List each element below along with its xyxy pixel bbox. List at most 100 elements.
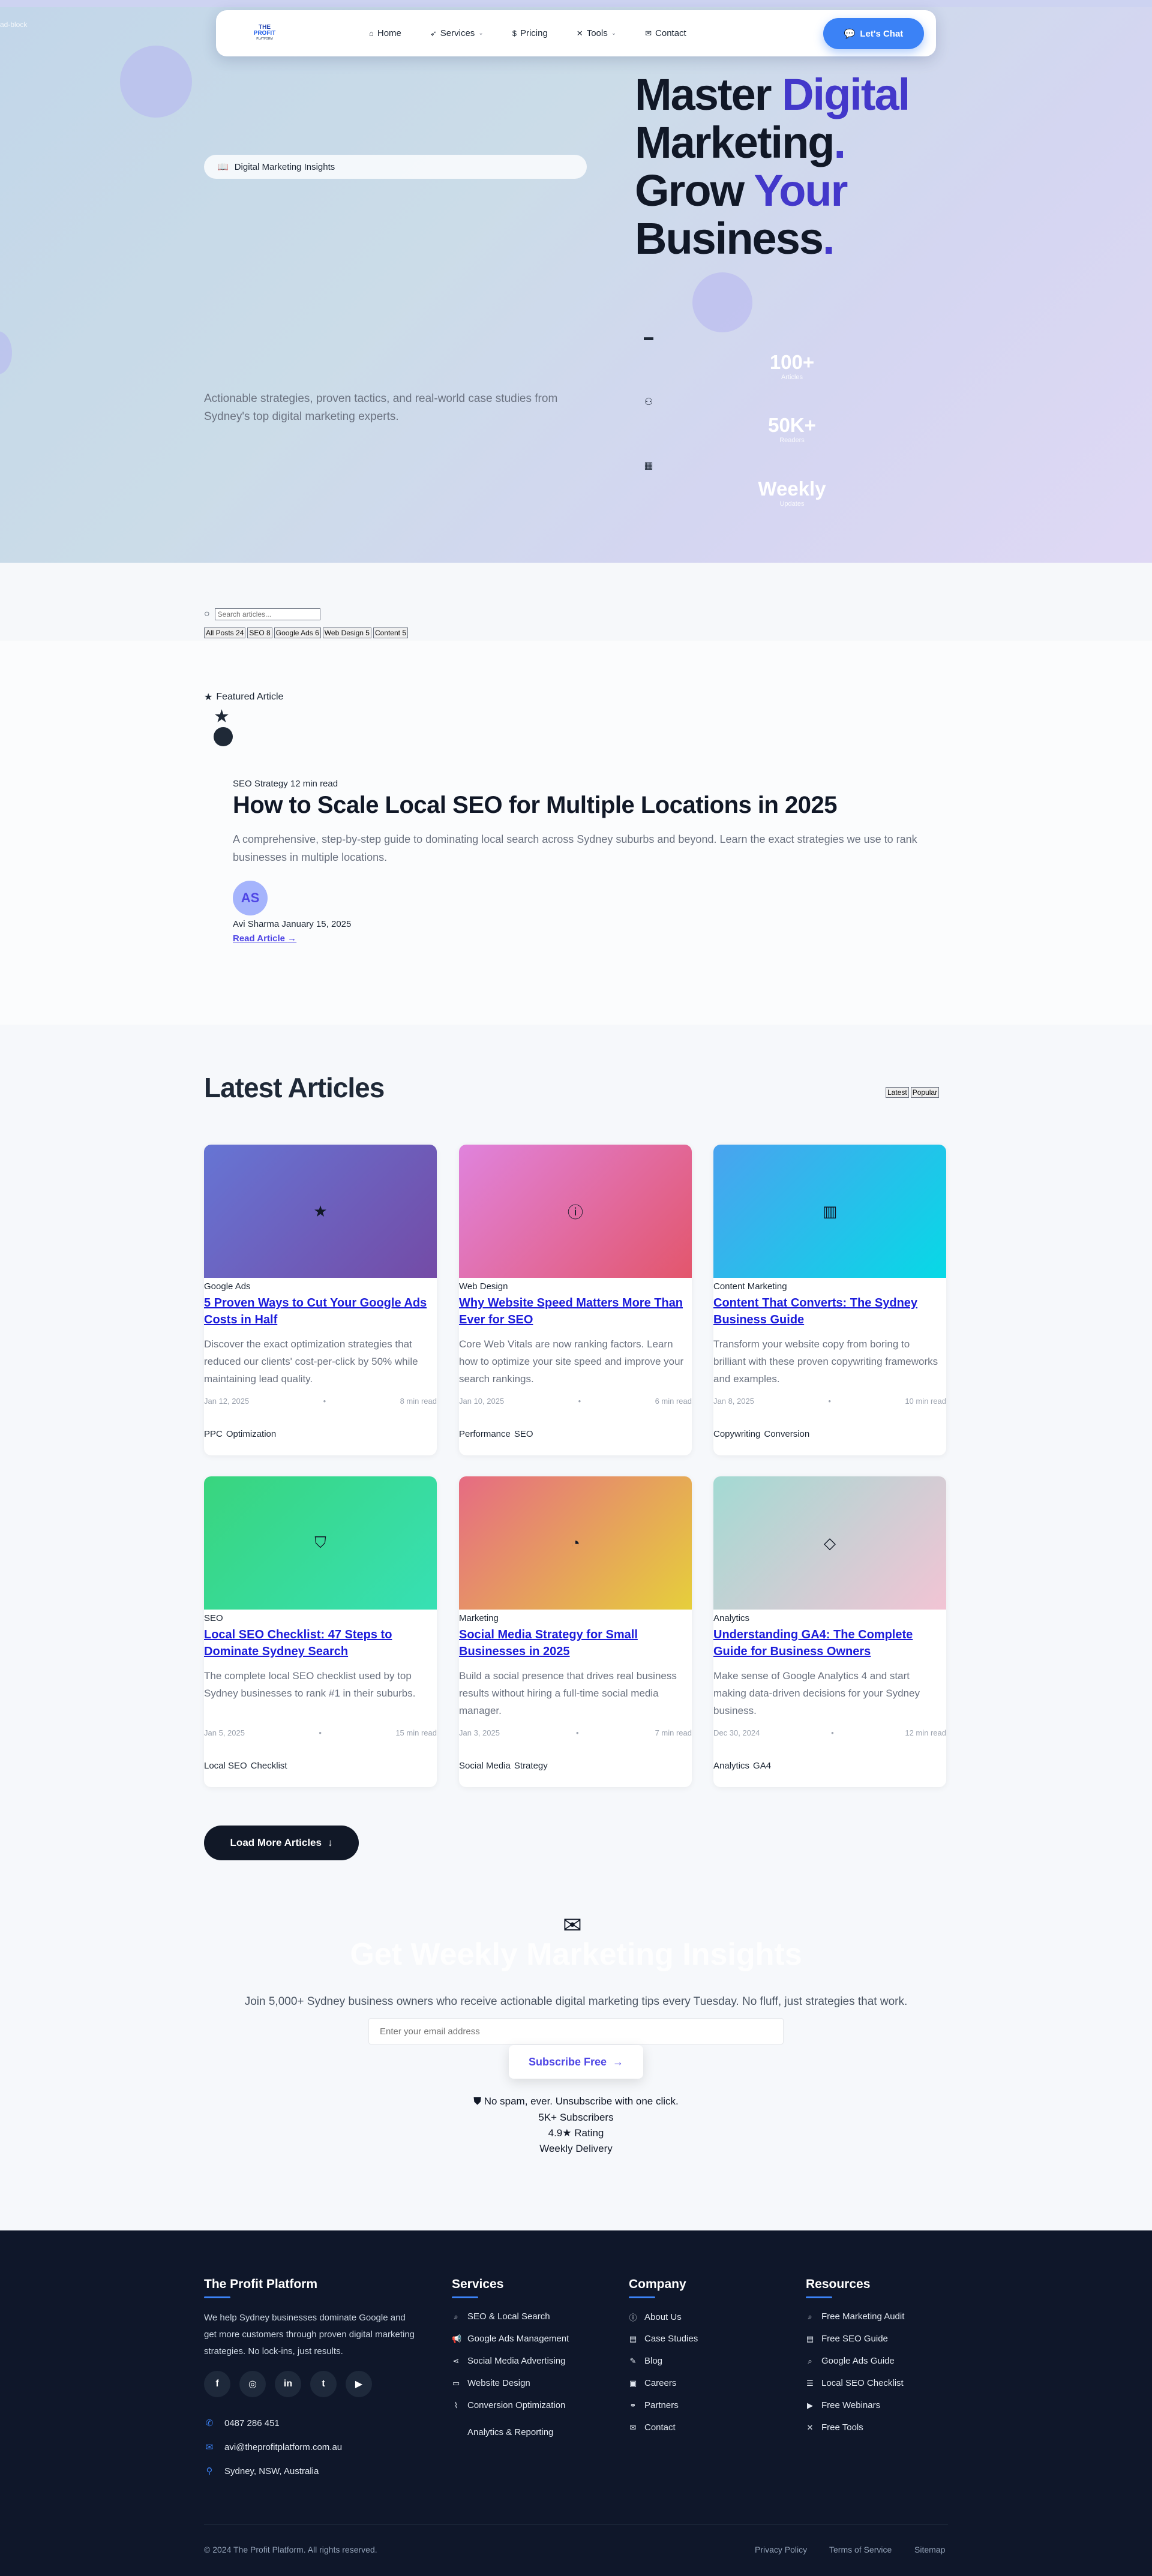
- logo-line: PLATFORM: [256, 37, 273, 41]
- nav-item-label: Services: [440, 28, 475, 38]
- nav-item-pricing[interactable]: $ Pricing: [512, 28, 548, 38]
- card-tag[interactable]: GA4: [753, 1761, 771, 1771]
- featured-title[interactable]: How to Scale Local SEO for Multiple Loca…: [233, 792, 838, 819]
- footer-email[interactable]: ✉ avi@theprofitplatform.com.au: [204, 2442, 342, 2453]
- footer-link-resources[interactable]: ✕ Free Tools: [806, 2422, 863, 2433]
- article-card[interactable]: ★ Google Ads 5 Proven Ways to Cut Your Goo…: [204, 1145, 437, 1455]
- card-tag[interactable]: Conversion: [764, 1429, 809, 1439]
- privacy-link[interactable]: Privacy Policy: [755, 2545, 807, 2554]
- stat-updates: Weekly Updates: [744, 478, 840, 508]
- filter-web-design[interactable]: Web Design 5: [322, 628, 371, 638]
- footer-link-resources[interactable]: ▤ Free SEO Guide: [806, 2334, 888, 2344]
- featured-label: ★ Featured Article: [204, 691, 283, 703]
- footer-link-services[interactable]: ⋖ Social Media Advertising: [452, 2356, 566, 2366]
- instagram-icon[interactable]: ◎: [239, 2371, 266, 2397]
- youtube-icon[interactable]: ▶: [346, 2371, 372, 2397]
- article-card[interactable]: ◇ Analytics Understanding GA4: The Complet…: [713, 1476, 946, 1787]
- subscribe-button[interactable]: Subscribe Free →: [509, 2045, 643, 2079]
- hero-subtitle: Actionable strategies, proven tactics, a…: [204, 392, 558, 423]
- logo-line: PROFIT: [253, 30, 276, 37]
- facebook-icon[interactable]: f: [204, 2371, 230, 2397]
- search-bar: ○: [204, 608, 320, 620]
- card-read-time: 12 min read: [905, 1728, 946, 1737]
- hero-title-part: Master: [635, 70, 782, 119]
- card-tag[interactable]: Local SEO: [204, 1761, 247, 1771]
- footer-underline: [452, 2296, 478, 2298]
- footer-divider: [204, 2524, 948, 2525]
- card-title[interactable]: Social Media Strategy for Small Business…: [459, 1626, 686, 1660]
- footer-link-services[interactable]: Analytics & Reporting: [452, 2427, 553, 2437]
- card-tag[interactable]: Analytics: [713, 1761, 749, 1771]
- diamond-icon: ◇: [824, 1533, 836, 1552]
- card-read-time: 10 min read: [905, 1397, 946, 1406]
- filter-content[interactable]: Content 5: [373, 628, 408, 638]
- newsletter-title: Get Weekly Marketing Insights: [350, 1937, 802, 1972]
- article-card[interactable]: ▥ Content Marketing Content That Converts:…: [713, 1145, 946, 1455]
- footer-link-company[interactable]: ⚭ Partners: [629, 2400, 679, 2410]
- footer-link-company[interactable]: ▤ Case Studies: [629, 2334, 698, 2344]
- site-logo[interactable]: THE PROFIT PLATFORM: [246, 25, 283, 44]
- card-title[interactable]: 5 Proven Ways to Cut Your Google Ads Cos…: [204, 1295, 431, 1328]
- footer-link-services[interactable]: ▭ Website Design: [452, 2378, 530, 2388]
- footer-phone[interactable]: ✆ 0487 286 451: [204, 2418, 280, 2429]
- sort-latest[interactable]: Latest: [886, 1087, 909, 1098]
- hero-badge: 📖 Digital Marketing Insights: [204, 155, 587, 179]
- card-description: Build a social presence that drives real…: [459, 1670, 677, 1716]
- footer-link-resources[interactable]: ☰ Local SEO Checklist: [806, 2378, 904, 2388]
- card-description: Discover the exact optimization strategi…: [204, 1338, 418, 1385]
- footer-link-services[interactable]: ⌇ Conversion Optimization: [452, 2400, 566, 2410]
- book-icon: 📖: [217, 162, 229, 172]
- terms-link[interactable]: Terms of Service: [829, 2545, 892, 2554]
- arrow-down-icon: ↓: [327, 1837, 333, 1848]
- stat-label: Readers: [779, 437, 805, 444]
- hero-badge-label: Digital Marketing Insights: [234, 161, 335, 172]
- card-title[interactable]: Content That Converts: The Sydney Busine…: [713, 1295, 940, 1328]
- sitemap-link[interactable]: Sitemap: [914, 2545, 945, 2554]
- footer-link-services[interactable]: ⌕ SEO & Local Search: [452, 2311, 550, 2322]
- article-card[interactable]: ⛉ SEO Local SEO Checklist: 47 Steps to Dom…: [204, 1476, 437, 1787]
- nav-item-tools[interactable]: ✕ Tools ⌄: [577, 28, 616, 38]
- sort-popular[interactable]: Popular: [910, 1087, 940, 1098]
- linkedin-icon[interactable]: in: [275, 2371, 301, 2397]
- nav-item-services[interactable]: ➶ Services ⌄: [430, 28, 484, 38]
- nav-item-contact[interactable]: ✉ Contact: [645, 28, 686, 38]
- search-icon: ○: [204, 609, 210, 619]
- filter-google-ads[interactable]: Google Ads 6: [274, 628, 321, 638]
- article-card[interactable]: ◔ Marketing Social Media Strategy for Smal…: [459, 1476, 692, 1787]
- footer-link-company[interactable]: ✉ Contact: [629, 2422, 676, 2433]
- card-tag[interactable]: PPC: [204, 1429, 223, 1439]
- footer-link-company[interactable]: ✎ Blog: [629, 2356, 662, 2366]
- card-tag[interactable]: Strategy: [514, 1761, 548, 1771]
- stat-value: Weekly: [758, 478, 826, 500]
- footer-link-resources[interactable]: ⌕ Free Marketing Audit: [806, 2311, 904, 2322]
- email-field[interactable]: [368, 2018, 784, 2044]
- card-tag[interactable]: Optimization: [226, 1429, 276, 1439]
- document-icon: ▬: [644, 332, 653, 343]
- card-title[interactable]: Why Website Speed Matters More Than Ever…: [459, 1295, 686, 1328]
- footer-link-resources[interactable]: ▶ Free Webinars: [806, 2400, 880, 2410]
- card-tag[interactable]: Checklist: [251, 1761, 287, 1771]
- card-tag[interactable]: Performance: [459, 1429, 511, 1439]
- read-article-link[interactable]: Read Article →: [233, 933, 296, 944]
- filter-all[interactable]: All Posts 24: [204, 628, 246, 638]
- nav-item-home[interactable]: ⌂ Home: [369, 28, 401, 38]
- star-icon: ★: [214, 707, 230, 726]
- lets-chat-button[interactable]: 💬 Let's Chat: [823, 18, 924, 49]
- footer-link-services[interactable]: 📢 Google Ads Management: [452, 2334, 569, 2344]
- twitter-icon[interactable]: t: [310, 2371, 337, 2397]
- card-tag[interactable]: Social Media: [459, 1761, 511, 1771]
- card-title[interactable]: Local SEO Checklist: 47 Steps to Dominat…: [204, 1626, 431, 1660]
- search-input[interactable]: [214, 608, 320, 620]
- card-tag[interactable]: SEO: [514, 1429, 533, 1439]
- footer-link-company[interactable]: ⓘ About Us: [629, 2311, 681, 2323]
- card-image: ⓘ: [459, 1145, 692, 1278]
- chevron-down-icon: ⌄: [611, 30, 617, 37]
- filter-seo[interactable]: SEO 8: [247, 628, 272, 638]
- card-category: Marketing: [459, 1613, 499, 1623]
- footer-link-company[interactable]: ▣ Careers: [629, 2378, 677, 2388]
- card-tag[interactable]: Copywriting: [713, 1429, 760, 1439]
- card-title[interactable]: Understanding GA4: The Complete Guide fo…: [713, 1626, 940, 1660]
- article-card[interactable]: ⓘ Web Design Why Website Speed Matters Mor…: [459, 1145, 692, 1455]
- footer-link-resources[interactable]: ⌕ Google Ads Guide: [806, 2356, 894, 2366]
- load-more-button[interactable]: Load More Articles ↓: [204, 1826, 359, 1860]
